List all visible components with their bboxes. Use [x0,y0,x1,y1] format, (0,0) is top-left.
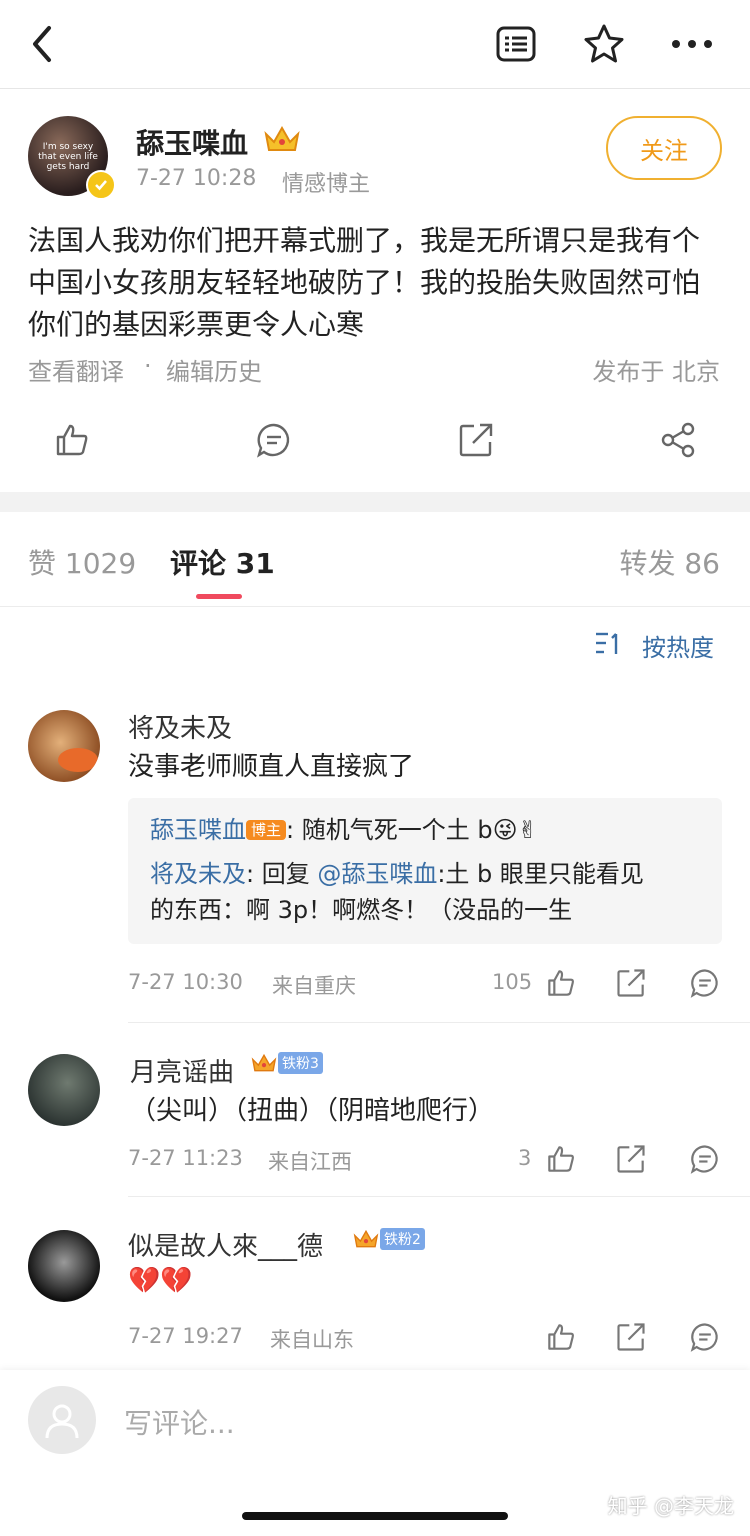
comment-icon[interactable] [252,418,296,462]
comment-time: 7-27 11:23 [128,1146,243,1170]
meta-separator: · [144,352,152,380]
comment-author[interactable]: 将及未及 [128,708,232,745]
like-icon[interactable] [544,1142,578,1176]
crown-icon [250,1050,278,1076]
fan-level: 铁粉2 [380,1228,425,1250]
tab-comments[interactable]: 评论 31 [170,542,275,582]
comment-text: 💔💔 [128,1266,193,1296]
comment-author[interactable]: 似是故人來___德 [128,1226,323,1263]
user-avatar [28,1386,96,1454]
comment-time: 7-27 10:30 [128,970,243,994]
star-icon[interactable] [582,22,626,66]
more-icon[interactable] [668,22,716,66]
top-bar [0,0,750,89]
reply-mention[interactable]: @舔玉喋血 [317,860,437,888]
comment-avatar[interactable] [28,710,100,782]
tab-indicator [196,594,242,599]
comment-icon[interactable] [688,1142,722,1176]
comment-avatar[interactable] [28,1054,100,1126]
share-icon[interactable] [656,418,700,462]
tab-likes[interactable]: 赞 1029 [28,542,136,582]
comment-from: 来自山东 [270,1328,354,1352]
follow-button[interactable]: 关注 [606,116,722,180]
reply-line-1: 舔玉喋血 博主: 随机气死一个土 b😜✌ [150,810,538,850]
avatar-detail [58,748,98,772]
reply-line-3: 的东西：啊 3p！啊燃冬！（没品的一生 [150,896,573,924]
comment-from: 来自重庆 [272,974,356,998]
comment-icon[interactable] [688,1320,722,1354]
comment-divider [128,1196,750,1197]
reply-author[interactable]: 将及未及 [150,860,246,888]
comment-input[interactable]: 写评论... [124,1402,235,1442]
post-time: 7-27 10:28 [136,166,257,191]
like-icon[interactable] [544,1320,578,1354]
edit-history-link[interactable]: 编辑历史 [166,352,262,387]
reader-icon[interactable] [494,22,538,66]
fan-badge: 铁粉2 [352,1226,425,1252]
author-badge: 博主 [246,820,287,840]
post-location: 发布于 北京 [592,358,720,386]
like-icon[interactable] [50,418,94,462]
reply-line-2: 将及未及: 回复 @舔玉喋血:土 b 眼里只能看见 [150,854,644,894]
crown-icon [352,1226,380,1252]
repost-icon[interactable] [454,418,498,462]
sort-icon[interactable] [594,630,626,658]
reply-text: :土 b 眼里只能看见 [437,860,644,888]
reply-text: : 随机气死一个土 b😜✌ [286,816,538,844]
avatar-caption: I'm so sexy that even life gets hard [38,142,98,172]
fan-badge: 铁粉3 [250,1050,323,1076]
reply-prefix: : 回复 [246,860,318,888]
section-divider [0,492,750,512]
home-indicator[interactable] [242,1512,508,1520]
comment-text: （尖叫）（扭曲）（阴暗地爬行） [130,1096,495,1126]
comment-from: 来自江西 [268,1150,352,1174]
comment-avatar[interactable] [28,1230,100,1302]
tab-reposts[interactable]: 转发 86 [619,542,720,582]
watermark: 知乎 @李天龙 [607,1494,734,1518]
back-icon[interactable] [20,18,64,70]
like-icon[interactable] [544,966,578,1000]
tabs-divider [0,606,750,607]
sort-label[interactable]: 按热度 [642,628,714,663]
fan-level: 铁粉3 [278,1052,323,1074]
translate-link[interactable]: 查看翻译 [28,352,124,387]
comment-author[interactable]: 月亮谣曲 [130,1052,234,1089]
crown-icon [262,124,302,154]
repost-icon[interactable] [614,966,648,1000]
post-text: 法国人我劝你们把开幕式删了，我是无所谓只是我有个中国小女孩朋友轻轻地破防了！我的… [28,224,701,341]
person-icon [45,1404,79,1439]
reply-author[interactable]: 舔玉喋血 [150,816,246,844]
comment-text: 没事老师顺直人直接疯了 [128,752,415,782]
repost-icon[interactable] [614,1320,648,1354]
verified-icon [86,170,116,200]
post-category: 情感博主 [282,172,371,197]
comment-divider [128,1022,750,1023]
comment-like-count: 105 [492,970,533,994]
comment-like-count: 3 [518,1146,532,1170]
repost-icon[interactable] [614,1142,648,1176]
comment-icon[interactable] [688,966,722,1000]
author-name[interactable]: 舔玉喋血 [136,122,248,162]
comment-time: 7-27 19:27 [128,1324,243,1348]
